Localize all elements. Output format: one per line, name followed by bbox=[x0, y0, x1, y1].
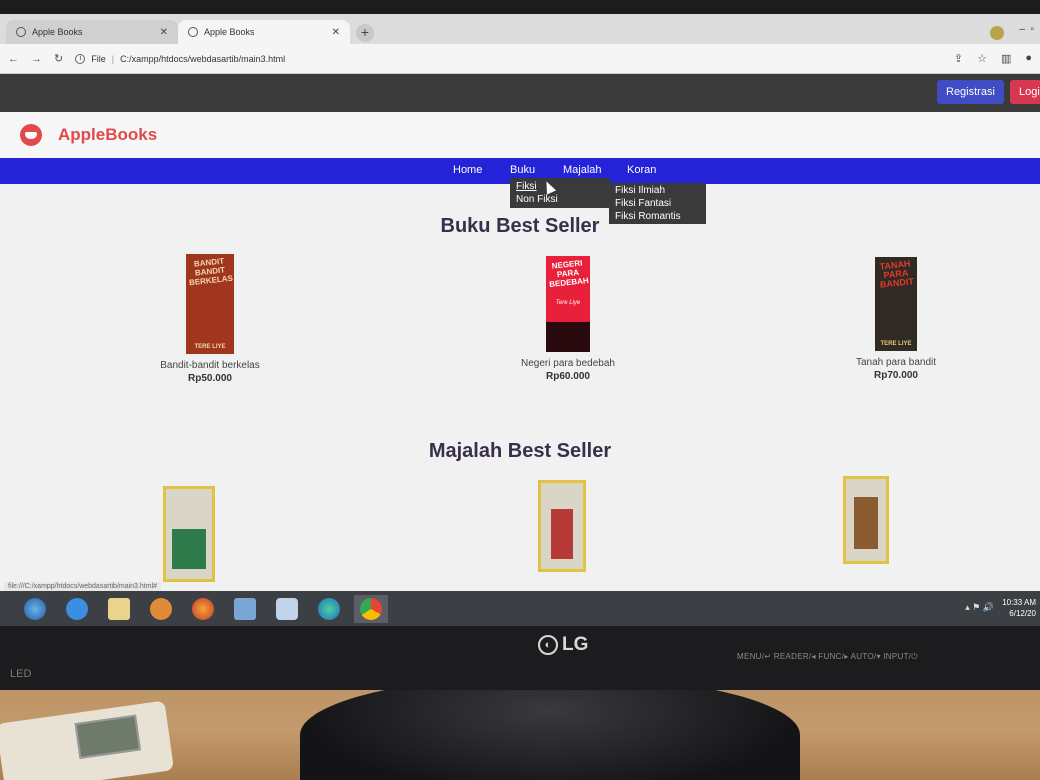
edge-icon[interactable] bbox=[312, 595, 346, 623]
info-icon[interactable]: i bbox=[75, 53, 86, 64]
browser-tabbar: Apple Books ✕ Apple Books ✕ + – ▫ bbox=[0, 14, 1040, 44]
page-content: Buku Best Seller BANDIT BANDIT BERKELAS … bbox=[0, 184, 1040, 626]
buku-dropdown: Fiksi Non Fiksi bbox=[510, 178, 610, 208]
close-icon[interactable]: ✕ bbox=[160, 27, 168, 38]
file-explorer-icon[interactable] bbox=[102, 595, 136, 623]
login-button[interactable]: Logi bbox=[1010, 80, 1040, 104]
address-separator: | bbox=[111, 53, 115, 64]
internet-explorer-icon[interactable] bbox=[60, 595, 94, 623]
clock-time: 10:33 AM bbox=[1002, 598, 1036, 607]
clock-date: 6/12/20 bbox=[1009, 609, 1036, 618]
book-title: Tanah para bandit bbox=[855, 357, 937, 368]
cover-title: BANDIT BANDIT BERKELAS bbox=[188, 256, 234, 288]
magazine-cover[interactable] bbox=[163, 486, 215, 582]
cover-author: TERE LIYE bbox=[880, 341, 912, 347]
tab-label: Apple Books bbox=[204, 27, 255, 37]
address-scheme: File bbox=[91, 53, 106, 64]
sidepanel-icon[interactable]: ▥ bbox=[1001, 52, 1011, 65]
brand-header: AppleBooks bbox=[0, 112, 1040, 158]
dropdown-item-non-fiksi[interactable]: Non Fiksi bbox=[516, 193, 604, 206]
profile-icon[interactable] bbox=[990, 26, 1004, 40]
book-price: Rp70.000 bbox=[874, 370, 918, 381]
close-icon[interactable]: ✕ bbox=[332, 27, 340, 38]
nav-koran[interactable]: Koran bbox=[627, 164, 656, 176]
monitor-led-label: LED bbox=[10, 668, 32, 680]
monitor-logo: ◐ LG bbox=[538, 634, 588, 656]
share-icon[interactable]: ⇪ bbox=[954, 52, 963, 65]
page-top-bar: Registrasi Logi bbox=[0, 74, 1040, 112]
remote-display bbox=[74, 714, 141, 759]
tab-label: Apple Books bbox=[32, 27, 83, 37]
magazine-photo bbox=[551, 509, 573, 559]
book-title: Bandit-bandit berkelas bbox=[160, 360, 260, 371]
media-player-icon[interactable] bbox=[144, 595, 178, 623]
nav-home[interactable]: Home bbox=[453, 164, 482, 176]
reload-icon[interactable]: ↻ bbox=[54, 52, 63, 65]
chrome-icon[interactable] bbox=[354, 594, 388, 623]
magazine-cover[interactable] bbox=[538, 480, 586, 572]
cover-title: TANAH PARA BANDIT bbox=[879, 258, 915, 290]
system-tray-icons[interactable]: ▴ ⚑ 🔊 bbox=[965, 602, 994, 613]
book-price: Rp50.000 bbox=[188, 373, 232, 384]
back-icon[interactable]: ← bbox=[8, 53, 19, 65]
book-card[interactable]: BANDIT BANDIT BERKELAS TERE LIYE Bandit-… bbox=[140, 254, 280, 384]
submenu-item-fiksi-ilmiah[interactable]: Fiksi Ilmiah bbox=[615, 184, 700, 197]
fiksi-submenu: Fiksi Ilmiah Fiksi Fantasi Fiksi Romanti… bbox=[609, 183, 706, 224]
virtualbox-icon[interactable] bbox=[270, 595, 304, 623]
globe-icon bbox=[188, 27, 198, 37]
book-card[interactable]: NEGERI PARA BEDEBAH Tere Liye Negeri par… bbox=[498, 256, 638, 382]
start-button-icon[interactable] bbox=[18, 595, 52, 623]
windows-taskbar: ▴ ⚑ 🔊 10:33 AM 6/12/20 bbox=[0, 591, 1040, 626]
magazines-section-title: Majalah Best Seller bbox=[428, 440, 612, 462]
status-url: file:///C:/xampp/htdocs/webdasartib/main… bbox=[4, 582, 162, 591]
taskbar-clock[interactable]: 10:33 AM 6/12/20 bbox=[1002, 597, 1036, 619]
monitor-screen: Apple Books ✕ Apple Books ✕ + – ▫ ← → ↻ … bbox=[0, 14, 1040, 626]
book-cover[interactable]: TANAH PARA BANDIT TERE LIYE bbox=[875, 257, 917, 351]
magazine-cover[interactable] bbox=[843, 476, 889, 564]
book-logo-icon bbox=[20, 124, 42, 146]
window-controls[interactable]: – ▫ bbox=[1019, 24, 1034, 35]
address-path: C:/xampp/htdocs/webdasartib/main3.html bbox=[120, 53, 286, 64]
dropdown-item-fiksi[interactable]: Fiksi bbox=[516, 180, 604, 193]
network-app-icon[interactable] bbox=[228, 595, 262, 623]
book-cover[interactable]: BANDIT BANDIT BERKELAS TERE LIYE bbox=[186, 254, 234, 354]
toolbar-right-icons: ⇪ ☆ ▥ ● bbox=[954, 52, 1032, 65]
globe-icon bbox=[16, 27, 26, 37]
firefox-icon[interactable] bbox=[186, 595, 220, 623]
browser-tab-2[interactable]: Apple Books ✕ bbox=[178, 20, 350, 44]
register-button[interactable]: Registrasi bbox=[937, 80, 1004, 104]
book-title: Negeri para bedebah bbox=[521, 358, 615, 369]
monitor-hardware-buttons: MENU/↵ READER/◂ FUNC/▸ AUTO/▾ INPUT/⏻ bbox=[737, 652, 918, 661]
browser-toolbar: ← → ↻ i File | C:/xampp/htdocs/webdasart… bbox=[0, 44, 1040, 74]
magazine-photo bbox=[854, 497, 878, 549]
cover-author: Tere Liye bbox=[555, 300, 581, 306]
cover-silhouettes bbox=[546, 322, 590, 352]
submenu-item-fiksi-romantis[interactable]: Fiksi Romantis bbox=[615, 210, 700, 223]
submenu-item-fiksi-fantasi[interactable]: Fiksi Fantasi bbox=[615, 197, 700, 210]
address-bar[interactable]: i File | C:/xampp/htdocs/webdasartib/mai… bbox=[75, 53, 286, 64]
nav-buku[interactable]: Buku bbox=[510, 164, 535, 176]
book-cover[interactable]: NEGERI PARA BEDEBAH Tere Liye bbox=[546, 256, 590, 352]
nav-majalah[interactable]: Majalah bbox=[563, 164, 602, 176]
book-card[interactable]: TANAH PARA BANDIT TERE LIYE Tanah para b… bbox=[826, 257, 966, 381]
magazine-photo bbox=[172, 529, 206, 569]
books-section-title: Buku Best Seller bbox=[440, 215, 600, 237]
new-tab-button[interactable]: + bbox=[356, 24, 374, 42]
cover-title: NEGERI PARA BEDEBAH bbox=[548, 258, 590, 289]
forward-icon[interactable]: → bbox=[31, 53, 42, 65]
monitor-brand: LG bbox=[562, 634, 589, 655]
book-price: Rp60.000 bbox=[546, 371, 590, 382]
browser-tab-1[interactable]: Apple Books ✕ bbox=[6, 20, 178, 44]
bookmark-star-icon[interactable]: ☆ bbox=[977, 52, 987, 65]
account-icon[interactable]: ● bbox=[1025, 52, 1032, 65]
brand-name[interactable]: AppleBooks bbox=[58, 125, 157, 145]
cover-author: TERE LIYE bbox=[194, 344, 226, 350]
